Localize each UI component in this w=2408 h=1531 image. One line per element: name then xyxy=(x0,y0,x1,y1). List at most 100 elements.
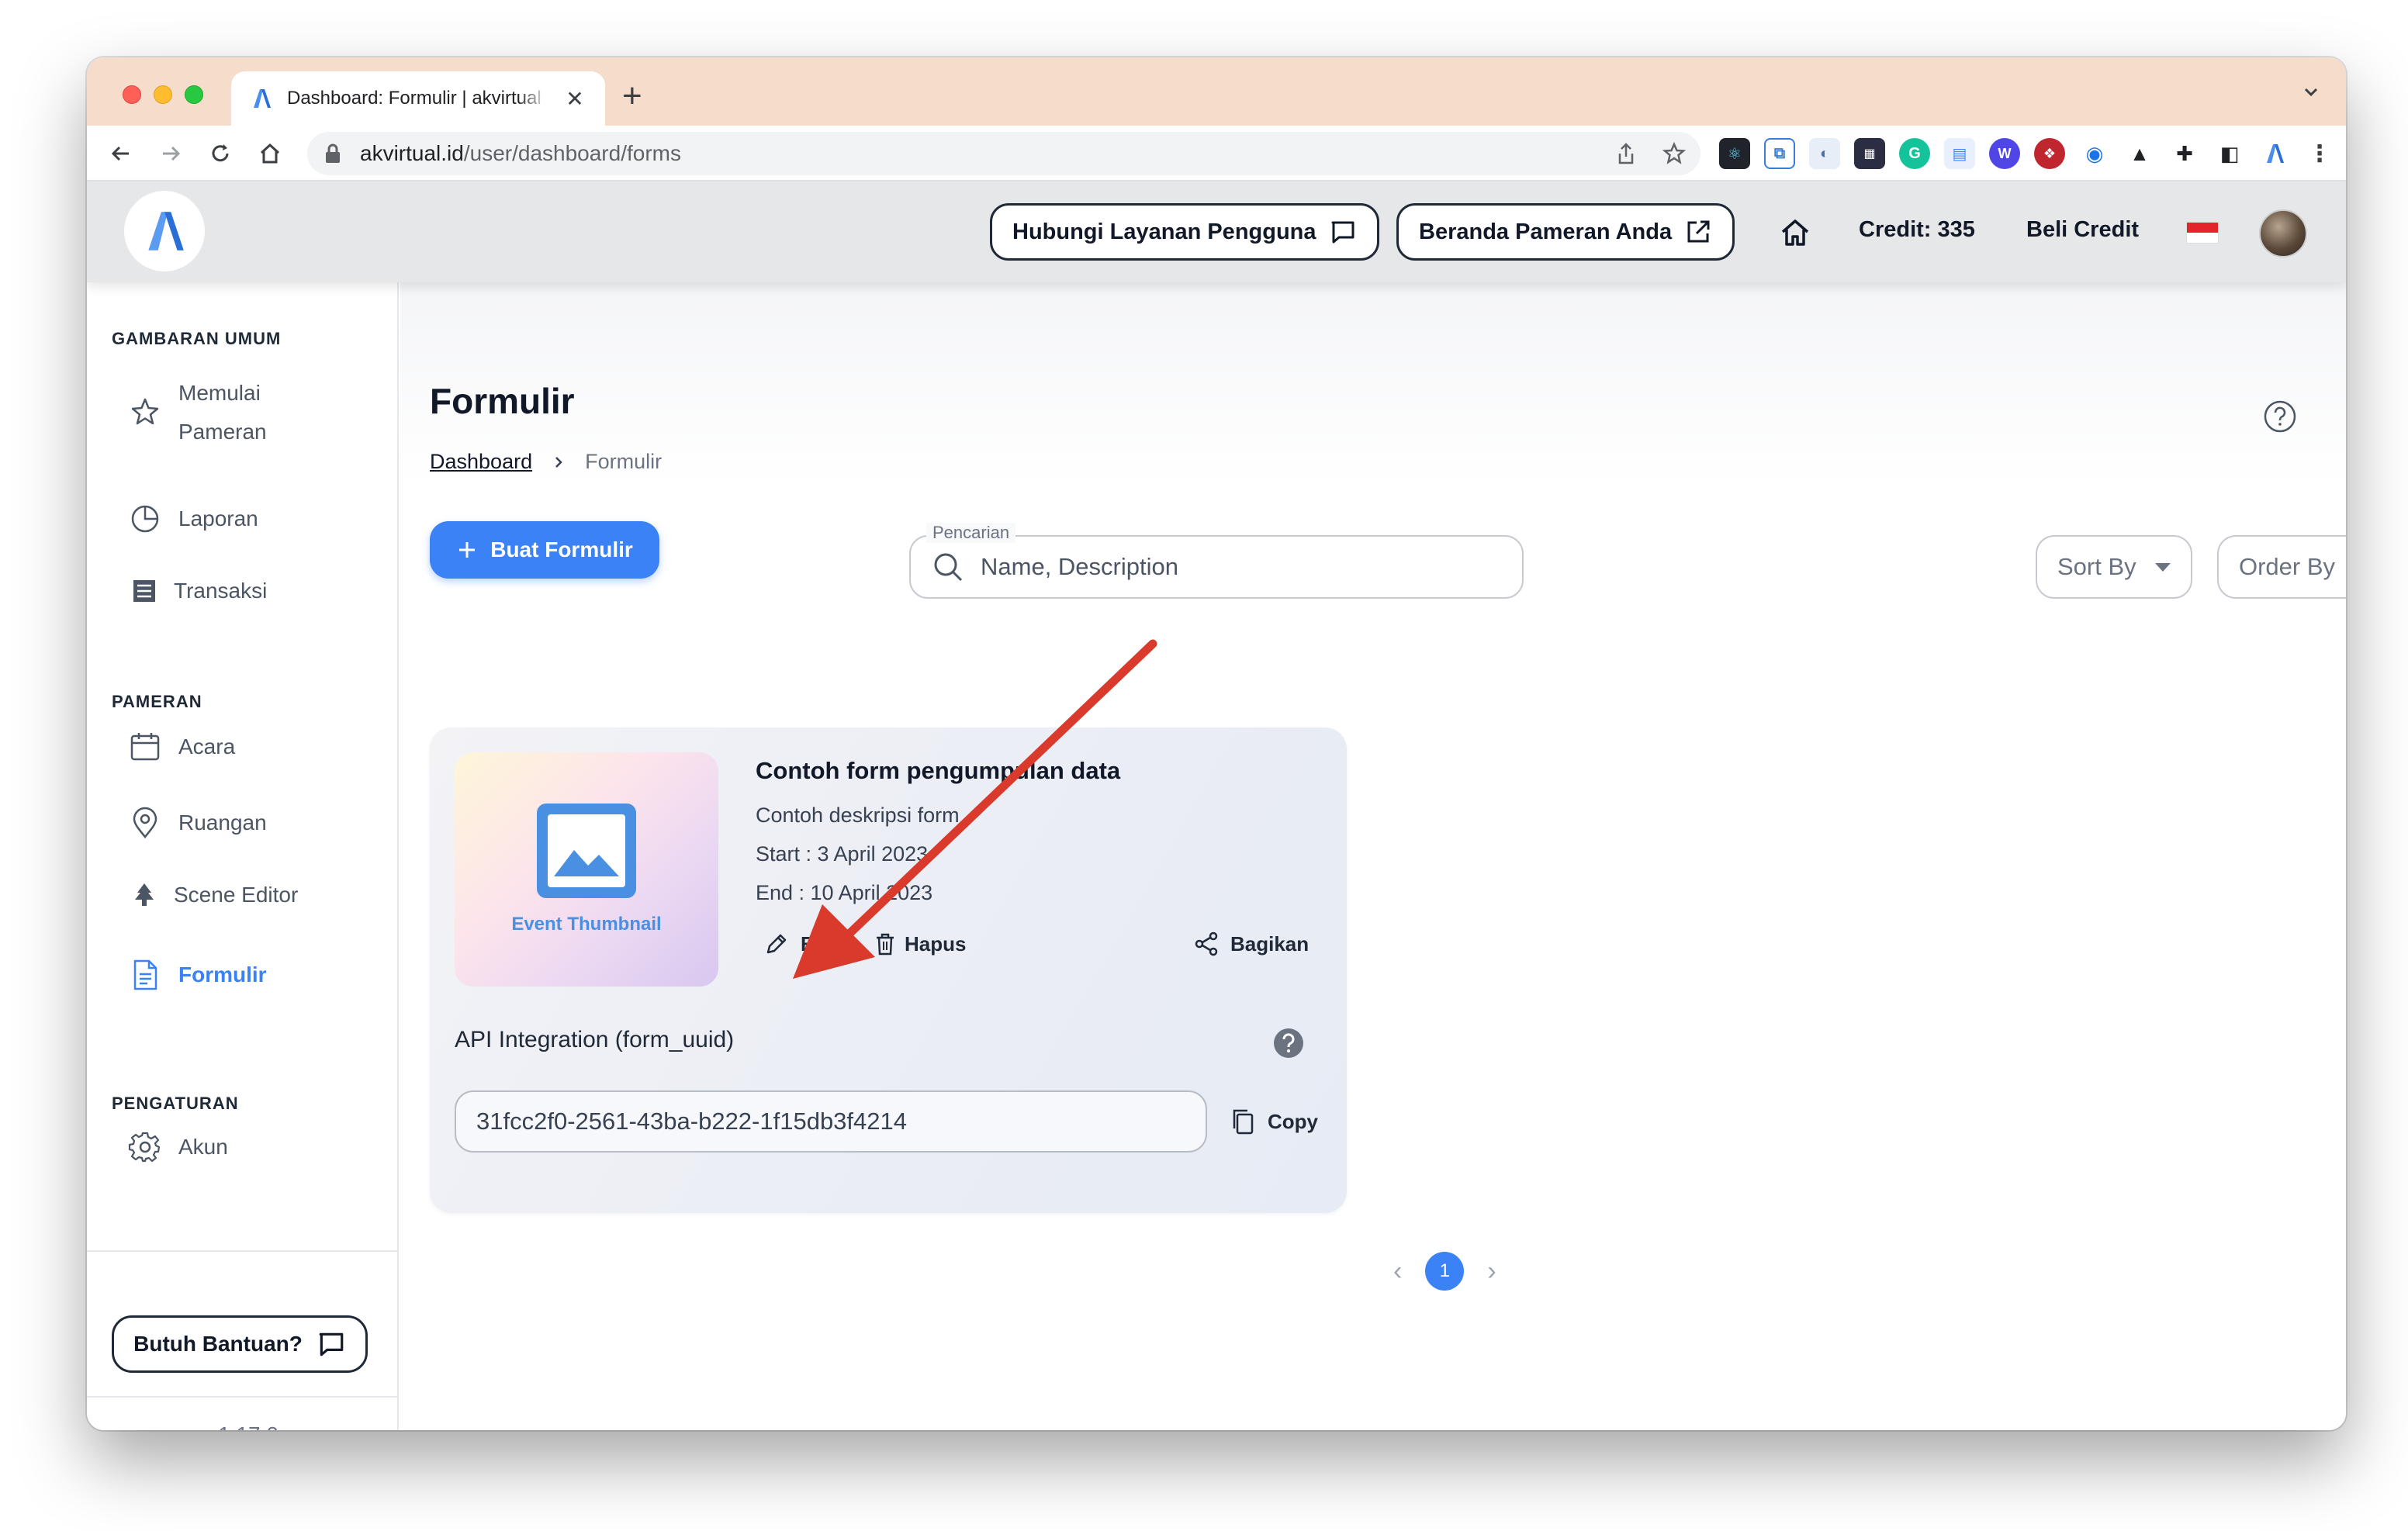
chat-icon xyxy=(1331,221,1354,244)
sidebar-item-account[interactable]: Akun xyxy=(127,1129,228,1165)
puzzle-extensions-icon[interactable]: ✚ xyxy=(2169,138,2200,169)
contact-support-button[interactable]: Hubungi Layanan Pengguna xyxy=(990,203,1379,261)
pencil-icon xyxy=(766,934,787,954)
forward-icon[interactable] xyxy=(157,140,185,168)
question-icon[interactable] xyxy=(1272,1027,1305,1059)
app-version: v1.17.0 xyxy=(87,1422,399,1430)
sidebar-panel-icon[interactable]: ◧ xyxy=(2214,138,2245,169)
bird-extension-icon[interactable]: ▲ xyxy=(2124,138,2155,169)
delete-label: Hapus xyxy=(905,931,967,956)
sidebar-item-getting-started[interactable]: Memulai Pameran xyxy=(127,374,279,451)
sidebar-item-label: Akun xyxy=(178,1135,228,1159)
qr-extension-icon[interactable]: ▦ xyxy=(1854,138,1885,169)
close-window-button[interactable] xyxy=(123,85,141,104)
docs-extension-icon[interactable]: ▤ xyxy=(1944,138,1975,169)
sidebar-item-label: Acara xyxy=(178,734,236,759)
caret-down-icon xyxy=(2155,562,2171,572)
sidebar-item-forms[interactable]: Formulir xyxy=(127,957,267,993)
browser-tab[interactable]: Dashboard: Formulir | akvirtual ✕ xyxy=(231,71,605,126)
chevron-down-icon[interactable] xyxy=(2299,81,2323,104)
chat-icon xyxy=(319,1332,344,1356)
share-page-icon[interactable] xyxy=(1614,141,1638,166)
sidebar-item-label: Scene Editor xyxy=(174,883,299,907)
indonesia-flag-icon[interactable] xyxy=(2186,222,2219,244)
breadcrumb-current: Formulir xyxy=(585,450,663,473)
external-link-icon xyxy=(1687,220,1710,243)
form-card: Event Thumbnail Contoh form pengumpulan … xyxy=(430,727,1347,1213)
new-tab-icon[interactable]: + xyxy=(622,76,642,116)
user-avatar[interactable] xyxy=(2259,209,2307,257)
akvirtual-logo-icon xyxy=(148,212,184,251)
buy-credit-link[interactable]: Beli Credit xyxy=(2026,217,2139,243)
browser-menu-icon[interactable]: ⋮ xyxy=(2304,138,2335,169)
home-icon[interactable] xyxy=(1778,216,1812,250)
minimize-window-button[interactable] xyxy=(154,85,172,104)
api-integration-label: API Integration (form_uuid) xyxy=(455,1027,735,1052)
akvirtual-extension-icon[interactable] xyxy=(2259,138,2290,169)
contact-support-label: Hubungi Layanan Pengguna xyxy=(1012,219,1316,244)
chevron-right-icon xyxy=(555,456,562,468)
tab-close-icon[interactable]: ✕ xyxy=(563,86,586,112)
form-start-date: Start : 3 April 2023 xyxy=(756,842,929,866)
app-logo[interactable] xyxy=(124,191,205,271)
order-by-label: Order By xyxy=(2239,553,2336,580)
lock-icon xyxy=(326,143,340,163)
sort-by-select[interactable]: Sort By xyxy=(2036,535,2192,599)
tab-strip: Dashboard: Formulir | akvirtual ✕ + xyxy=(87,57,2346,126)
help-icon[interactable] xyxy=(2262,399,2298,434)
sidebar-item-events[interactable]: Acara xyxy=(127,729,235,765)
form-title: Contoh form pengumpulan data xyxy=(756,757,1121,784)
form-uuid-value: 31fcc2f0-2561-43ba-b222-1f15db3f4214 xyxy=(476,1108,908,1135)
settings-section-title: PENGATURAN xyxy=(112,1094,239,1113)
delete-button[interactable]: Hapus xyxy=(872,931,966,957)
sidebar-item-label: Transaksi xyxy=(174,579,268,603)
create-form-button[interactable]: Buat Formulir xyxy=(430,521,659,579)
extension-icon[interactable]: ◐ xyxy=(1809,138,1840,169)
order-by-select[interactable]: Order By xyxy=(2217,535,2346,599)
share-label: Bagikan xyxy=(1230,931,1310,956)
translate-extension-icon[interactable]: ⧉ xyxy=(1764,138,1795,169)
trash-icon xyxy=(877,933,894,956)
image-placeholder-icon xyxy=(537,804,636,898)
sidebar-item-reports[interactable]: Laporan xyxy=(127,501,258,537)
showroom-home-button[interactable]: Beranda Pameran Anda xyxy=(1396,203,1735,261)
grammarly-icon[interactable]: G xyxy=(1899,138,1930,169)
sidebar-item-scene-editor[interactable]: Scene Editor xyxy=(130,881,298,909)
location-pin-icon xyxy=(133,807,157,838)
url-path: /user/dashboard/forms xyxy=(463,141,681,165)
share-button[interactable]: Bagikan xyxy=(1193,931,1309,957)
gear-icon xyxy=(128,1132,161,1163)
react-devtools-icon[interactable]: ⚛ xyxy=(1719,138,1750,169)
home-icon[interactable] xyxy=(256,140,284,168)
sidebar-item-label: Memulai Pameran xyxy=(178,381,267,444)
bookmark-star-icon[interactable] xyxy=(1662,141,1687,166)
camera-extension-icon[interactable]: ◉ xyxy=(2079,138,2110,169)
search-field[interactable]: Pencarian xyxy=(909,523,1524,599)
need-help-button[interactable]: Butuh Bantuan? xyxy=(112,1315,368,1373)
copy-icon xyxy=(1233,1109,1254,1135)
sidebar-item-transactions[interactable]: Transaksi xyxy=(130,577,267,605)
search-legend: Pencarian xyxy=(926,523,1016,543)
sidebar-item-rooms[interactable]: Ruangan xyxy=(127,805,267,841)
previous-page-icon[interactable]: ‹ xyxy=(1393,1256,1402,1287)
credit-balance: Credit: 335 xyxy=(1859,217,1975,242)
sidebar: GAMBARAN UMUM Memulai Pameran Laporan Tr… xyxy=(87,282,399,1430)
w-extension-icon[interactable]: W xyxy=(1989,138,2020,169)
edit-button[interactable]: Edit xyxy=(763,931,839,957)
back-icon[interactable] xyxy=(107,140,135,168)
thumbnail-label: Event Thumbnail xyxy=(511,914,662,935)
pagination: ‹ 1 › xyxy=(1393,1252,1496,1291)
breadcrumb-dashboard-link[interactable]: Dashboard xyxy=(430,450,532,474)
next-page-icon[interactable]: › xyxy=(1487,1256,1496,1287)
red-extension-icon[interactable]: ❖ xyxy=(2034,138,2065,169)
maximize-window-button[interactable] xyxy=(185,85,203,104)
copy-label: Copy xyxy=(1268,1109,1318,1133)
form-uuid-field[interactable]: 31fcc2f0-2561-43ba-b222-1f15db3f4214 xyxy=(455,1090,1207,1153)
search-input[interactable] xyxy=(981,553,1477,581)
page-title: Formulir xyxy=(430,381,575,421)
page-number[interactable]: 1 xyxy=(1425,1252,1465,1291)
copy-button[interactable]: Copy xyxy=(1229,1108,1318,1135)
address-bar[interactable]: akvirtual.id/user/dashboard/forms xyxy=(307,132,1700,175)
reload-icon[interactable] xyxy=(206,140,234,168)
browser-window: Dashboard: Formulir | akvirtual ✕ + akvi… xyxy=(87,57,2346,1430)
